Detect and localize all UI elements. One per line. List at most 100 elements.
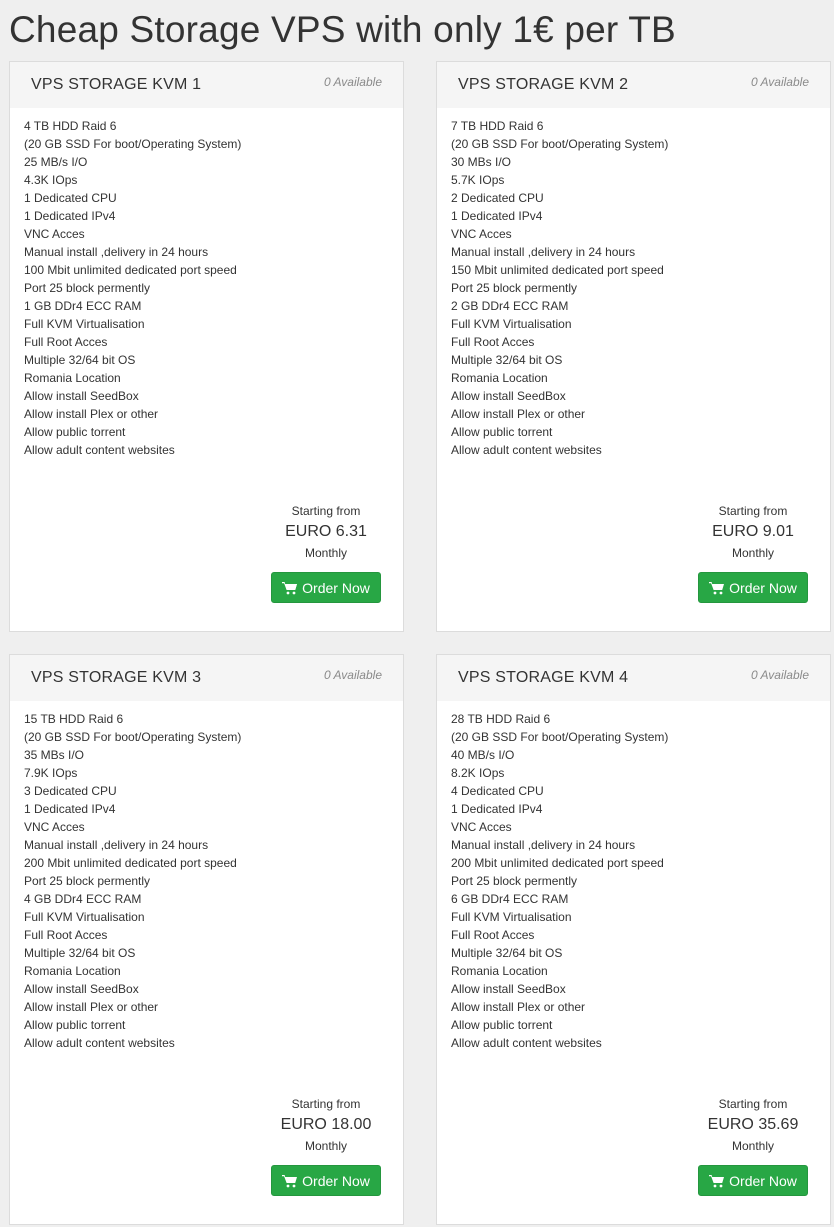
order-button-label: Order Now	[729, 579, 797, 596]
feature-item: 28 TB HDD Raid 6	[451, 712, 551, 726]
shopping-cart-icon	[709, 1174, 725, 1188]
billing-cycle: Monthly	[731, 1139, 775, 1153]
feature-item: Allow adult content websites	[24, 443, 175, 457]
feature-item: 4 GB DDr4 ECC RAM	[24, 892, 142, 906]
page-title: Cheap Storage VPS with only 1€ per TB	[9, 9, 676, 50]
feature-item: Full Root Acces	[451, 335, 535, 349]
product-name: VPS STORAGE KVM 4	[458, 669, 629, 686]
feature-item: 150 Mbit unlimited dedicated port speed	[451, 263, 664, 277]
availability-label: 0 Available	[323, 75, 382, 89]
feature-item: 200 Mbit unlimited dedicated port speed	[451, 856, 664, 870]
feature-item: 100 Mbit unlimited dedicated port speed	[24, 263, 237, 277]
availability-label: 0 Available	[323, 668, 382, 682]
feature-list: 4 TB HDD Raid 6 (20 GB SSD For boot/Opera…	[24, 117, 241, 459]
feature-item: Allow adult content websites	[451, 443, 602, 457]
feature-item: VNC Acces	[451, 820, 512, 834]
feature-item: 7 TB HDD Raid 6	[451, 119, 544, 133]
feature-item: Allow public torrent	[24, 1018, 126, 1032]
order-now-button[interactable]: Order Now	[698, 572, 808, 603]
price-block: Starting from EURO 18.00 Monthly	[266, 1095, 386, 1155]
shopping-cart-icon	[282, 1174, 298, 1188]
feature-item: Full Root Acces	[24, 928, 108, 942]
order-now-button[interactable]: Order Now	[271, 1165, 381, 1196]
price-block: Starting from EURO 6.31 Monthly	[266, 502, 386, 562]
feature-item: (20 GB SSD For boot/Operating System)	[451, 730, 669, 744]
feature-item: Allow install Plex or other	[451, 1000, 586, 1014]
feature-item: 3 Dedicated CPU	[24, 784, 117, 798]
feature-item: Full Root Acces	[451, 928, 535, 942]
feature-item: Allow install Plex or other	[451, 407, 586, 421]
feature-item: 4 TB HDD Raid 6	[24, 119, 117, 133]
feature-item: Allow install SeedBox	[451, 982, 566, 996]
shopping-cart-icon	[282, 581, 298, 595]
feature-item: Manual install ,delivery in 24 hours	[451, 838, 636, 852]
price-label: Starting from	[291, 1097, 361, 1111]
feature-item: 35 MBs I/O	[24, 748, 85, 762]
feature-item: 5.7K IOps	[451, 173, 505, 187]
billing-cycle: Monthly	[304, 1139, 348, 1153]
price-label: Starting from	[718, 1097, 788, 1111]
shopping-cart-icon	[709, 581, 725, 595]
feature-item: Full Root Acces	[24, 335, 108, 349]
feature-item: Romania Location	[451, 371, 548, 385]
price-amount: EURO 6.31	[285, 523, 367, 540]
product-name: VPS STORAGE KVM 2	[458, 76, 629, 93]
feature-item: Port 25 block permently	[451, 281, 578, 295]
feature-item: Romania Location	[24, 964, 121, 978]
feature-list: 7 TB HDD Raid 6 (20 GB SSD For boot/Opera…	[451, 117, 668, 459]
feature-item: 15 TB HDD Raid 6	[24, 712, 124, 726]
feature-item: Multiple 32/64 bit OS	[451, 946, 563, 960]
feature-item: 30 MBs I/O	[451, 155, 512, 169]
product-header: VPS STORAGE KVM 2 0 Available	[437, 62, 830, 108]
feature-item: Allow adult content websites	[451, 1036, 602, 1050]
feature-item: 8.2K IOps	[451, 766, 505, 780]
feature-item: Full KVM Virtualisation	[24, 910, 145, 924]
feature-item: 1 Dedicated IPv4	[24, 802, 116, 816]
feature-item: 4 Dedicated CPU	[451, 784, 544, 798]
product-card-kvm-4: VPS STORAGE KVM 4 0 Available 28 TB HDD …	[436, 654, 831, 1225]
product-header: VPS STORAGE KVM 3 0 Available	[10, 655, 403, 701]
feature-list: 28 TB HDD Raid 6 (20 GB SSD For boot/Oper…	[451, 710, 668, 1052]
feature-item: Allow adult content websites	[24, 1036, 175, 1050]
order-now-button[interactable]: Order Now	[698, 1165, 808, 1196]
feature-item: Manual install ,delivery in 24 hours	[451, 245, 636, 259]
feature-item: 7.9K IOps	[24, 766, 78, 780]
availability-label: 0 Available	[750, 668, 809, 682]
feature-item: VNC Acces	[451, 227, 512, 241]
order-now-button[interactable]: Order Now	[271, 572, 381, 603]
feature-item: Allow install SeedBox	[24, 389, 139, 403]
feature-item: Allow install SeedBox	[24, 982, 139, 996]
feature-item: 4.3K IOps	[24, 173, 78, 187]
feature-item: 2 Dedicated CPU	[451, 191, 544, 205]
feature-item: (20 GB SSD For boot/Operating System)	[24, 137, 242, 151]
feature-item: Allow public torrent	[24, 425, 126, 439]
product-card-kvm-1: VPS STORAGE KVM 1 0 Available 4 TB HDD R…	[9, 61, 404, 632]
feature-item: VNC Acces	[24, 820, 85, 834]
billing-cycle: Monthly	[731, 546, 775, 560]
feature-item: Port 25 block permently	[451, 874, 578, 888]
feature-item: Romania Location	[451, 964, 548, 978]
order-button-label: Order Now	[302, 1172, 370, 1189]
feature-item: 1 GB DDr4 ECC RAM	[24, 299, 142, 313]
feature-item: VNC Acces	[24, 227, 85, 241]
feature-item: 6 GB DDr4 ECC RAM	[451, 892, 569, 906]
feature-item: 1 Dedicated IPv4	[24, 209, 116, 223]
feature-item: 2 GB DDr4 ECC RAM	[451, 299, 569, 313]
feature-item: 1 Dedicated CPU	[24, 191, 117, 205]
feature-item: 1 Dedicated IPv4	[451, 802, 543, 816]
product-name: VPS STORAGE KVM 3	[31, 669, 202, 686]
feature-item: Manual install ,delivery in 24 hours	[24, 245, 209, 259]
product-name: VPS STORAGE KVM 1	[31, 76, 202, 93]
feature-list: 15 TB HDD Raid 6 (20 GB SSD For boot/Oper…	[24, 710, 241, 1052]
product-card-kvm-2: VPS STORAGE KVM 2 0 Available 7 TB HDD R…	[436, 61, 831, 632]
feature-item: Allow install Plex or other	[24, 1000, 159, 1014]
price-label: Starting from	[291, 504, 361, 518]
feature-item: 1 Dedicated IPv4	[451, 209, 543, 223]
availability-label: 0 Available	[750, 75, 809, 89]
feature-item: Port 25 block permently	[24, 281, 151, 295]
order-button-label: Order Now	[302, 579, 370, 596]
price-amount: EURO 35.69	[707, 1116, 799, 1133]
feature-item: Allow install Plex or other	[24, 407, 159, 421]
feature-item: Full KVM Virtualisation	[451, 317, 572, 331]
price-amount: EURO 9.01	[712, 523, 794, 540]
